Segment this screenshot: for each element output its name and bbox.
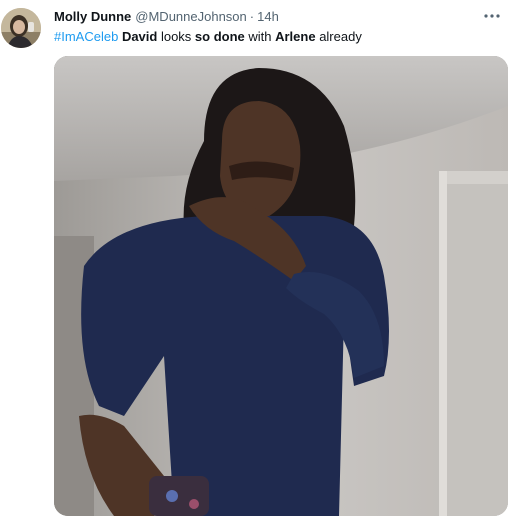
more-horizontal-icon	[484, 14, 500, 18]
tweet-text-name-arlene: Arlene	[275, 29, 316, 44]
hashtag-link[interactable]: #ImACeleb	[54, 29, 118, 44]
author-name[interactable]: Molly Dunne	[54, 9, 131, 25]
tweet-header: Molly Dunne @MDunneJohnson · 14h	[54, 9, 279, 25]
tweet[interactable]: Molly Dunne @MDunneJohnson · 14h #ImACel…	[0, 0, 513, 516]
tweet-text: #ImACeleb David looks so done with Arlen…	[54, 29, 362, 45]
author-handle[interactable]: @MDunneJohnson	[135, 9, 246, 25]
avatar[interactable]	[1, 8, 41, 48]
photo-illustration	[54, 56, 508, 516]
tweet-text-emphasis: so done	[194, 29, 245, 44]
tweet-media-photo[interactable]	[54, 56, 508, 516]
header-separator: ·	[249, 9, 255, 24]
timestamp[interactable]: 14h	[257, 9, 279, 25]
tweet-text-part: already	[315, 29, 362, 44]
tweet-text-name-david: David	[121, 29, 158, 44]
tweet-text-part: with	[244, 29, 276, 44]
more-options-button[interactable]	[481, 7, 503, 25]
tweet-text-part: looks	[157, 29, 195, 44]
